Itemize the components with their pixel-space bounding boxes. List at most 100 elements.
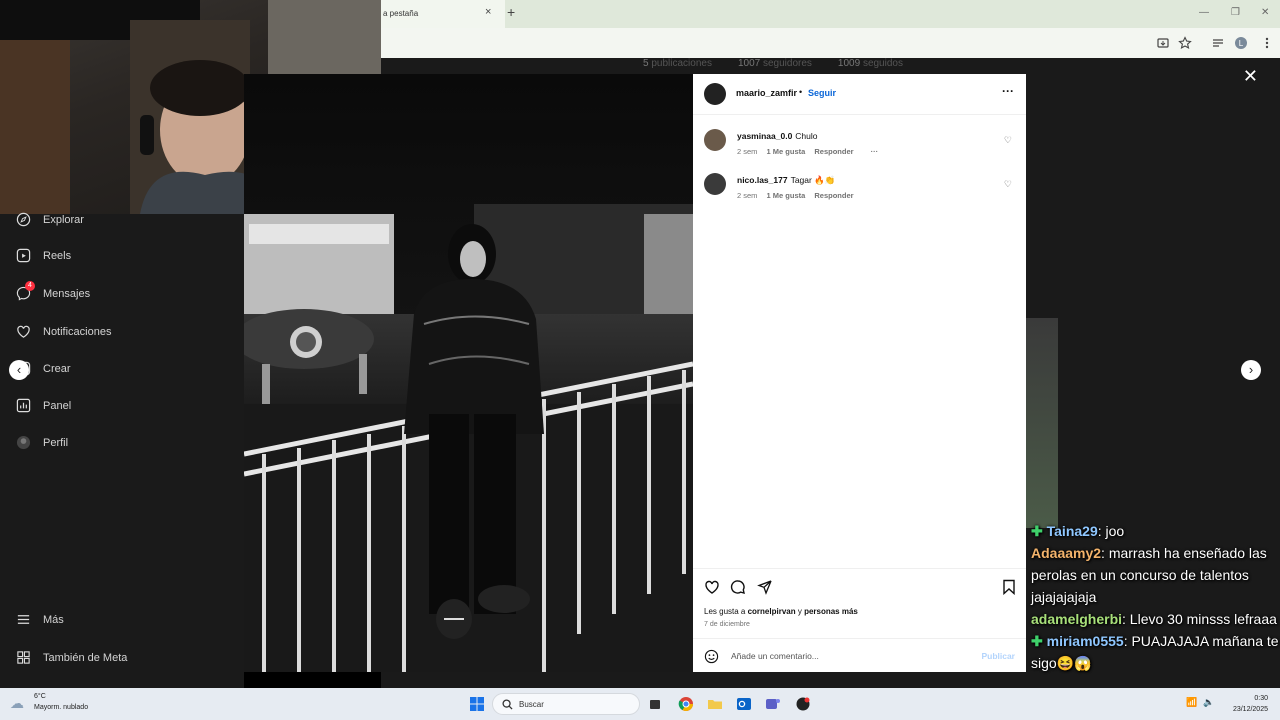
comment-input[interactable]: Añade un comentario... xyxy=(731,651,819,661)
profile-avatar-icon[interactable]: L xyxy=(1234,36,1248,50)
minimize-icon[interactable]: — xyxy=(1199,7,1209,18)
next-post-button[interactable]: › xyxy=(1241,360,1261,380)
commenter-avatar[interactable] xyxy=(704,173,726,195)
post-options-icon[interactable]: ··· xyxy=(1002,84,1014,98)
weather-temperature[interactable]: 6°C xyxy=(34,693,46,700)
sub-badge-icon: ✚ xyxy=(1031,523,1047,539)
sidebar-item-mensajes[interactable]: 4 Mensajes xyxy=(16,281,91,301)
comment-likes[interactable]: 1 Me gusta xyxy=(767,147,806,156)
sidebar-item-mas[interactable]: Más xyxy=(16,612,64,627)
windows-taskbar: ☁ 6°C Mayorm. nublado Buscar 📶 🔈 0:30 23… xyxy=(0,688,1280,720)
likes-user[interactable]: cornelpirvan xyxy=(748,607,796,616)
message-badge: 4 xyxy=(25,281,35,291)
sidebar-item-explorar[interactable]: Explorar xyxy=(16,212,84,227)
messenger-icon-wrap: 4 xyxy=(16,281,35,301)
sidebar-item-label: También de Meta xyxy=(43,651,128,664)
teams-icon[interactable] xyxy=(765,696,781,712)
clock-date: 23/12/2025 xyxy=(1232,706,1268,713)
tab-close-icon[interactable]: × xyxy=(485,6,491,18)
app-icon[interactable] xyxy=(795,696,811,712)
stat-following: 1009 seguidos xyxy=(837,58,903,69)
taskbar-search[interactable]: Buscar xyxy=(492,693,640,715)
comment-likes[interactable]: 1 Me gusta xyxy=(767,191,806,200)
sidebar-item-label: Crear xyxy=(43,362,71,375)
comment-body: Tagar 🔥👏 xyxy=(790,175,836,185)
sidebar-item-label: Reels xyxy=(43,249,72,262)
sidebar-item-label: Explorar xyxy=(43,213,84,226)
address-bar[interactable] xyxy=(381,32,1141,54)
file-explorer-icon[interactable] xyxy=(707,696,723,712)
comment-like-icon[interactable]: ♡ xyxy=(1004,179,1012,190)
save-bookmark-icon[interactable] xyxy=(1002,579,1016,595)
previous-post-button[interactable]: ‹ xyxy=(9,360,29,380)
task-view-icon[interactable] xyxy=(647,696,663,712)
install-app-icon[interactable] xyxy=(1156,36,1170,50)
maximize-icon[interactable]: ❐ xyxy=(1231,7,1240,18)
reply-button[interactable]: Responder xyxy=(814,147,853,156)
wifi-icon[interactable]: 📶 xyxy=(1186,697,1197,708)
chat-username: Adaaamy2 xyxy=(1031,545,1102,561)
sidebar-item-label: Mensajes xyxy=(43,287,91,300)
volume-icon[interactable]: 🔈 xyxy=(1203,697,1214,708)
follow-button[interactable]: Seguir xyxy=(808,88,836,98)
post-actions: Les gusta a cornelpirvan y personas más … xyxy=(693,568,1026,638)
chart-icon xyxy=(16,398,31,413)
browser-toolbar: L xyxy=(381,28,1280,58)
author-avatar[interactable] xyxy=(704,83,726,105)
likes-prefix: Les gusta a xyxy=(704,607,748,616)
menu-icon xyxy=(17,615,30,624)
like-heart-icon[interactable] xyxy=(704,579,720,595)
chrome-icon[interactable] xyxy=(678,696,694,712)
comment-time: 2 sem xyxy=(737,191,758,200)
sidebar-item-label: Panel xyxy=(43,399,72,412)
browser-tab-bar: a pestaña × + — ❐ ✕ xyxy=(381,0,1280,28)
commenter-username[interactable]: nico.las_177 xyxy=(737,175,788,185)
publish-button[interactable]: Publicar xyxy=(981,651,1015,661)
outlook-icon[interactable] xyxy=(736,696,752,712)
separator-dot: • xyxy=(799,87,803,97)
share-icon[interactable] xyxy=(757,579,773,595)
sidebar-item-notificaciones[interactable]: Notificaciones xyxy=(16,324,111,339)
comment-icon[interactable] xyxy=(730,579,746,595)
commenter-username[interactable]: yasminaa_0.0 xyxy=(737,131,792,141)
taskbar-clock[interactable]: 0:30 23/12/2025 xyxy=(1233,693,1268,715)
reply-button[interactable]: Responder xyxy=(814,191,853,200)
chat-text: : joo xyxy=(1097,523,1125,539)
chat-message: adamelgherbi: Llevo 30 minsss lefraaa xyxy=(1026,608,1280,630)
reading-list-icon[interactable] xyxy=(1211,36,1225,50)
new-tab-button[interactable]: + xyxy=(507,4,515,20)
author-username[interactable]: maario_zamfir xyxy=(736,88,797,98)
meta-icon xyxy=(17,651,30,664)
sidebar-item-label: Notificaciones xyxy=(43,325,112,338)
window-close-icon[interactable]: ✕ xyxy=(1261,7,1269,18)
compass-icon xyxy=(16,212,31,227)
weather-cloud-icon[interactable]: ☁ xyxy=(10,695,24,712)
stat-followers: 1007 seguidores xyxy=(737,58,812,69)
bookmark-star-icon[interactable] xyxy=(1178,36,1192,50)
reels-icon xyxy=(16,248,31,263)
stream-chat: ✚ Taina29: joo Adaaamy2: marrash ha ense… xyxy=(1026,520,1280,688)
commenter-avatar[interactable] xyxy=(704,129,726,151)
likes-others[interactable]: personas más xyxy=(804,607,858,616)
sidebar-item-perfil[interactable]: Perfil xyxy=(16,435,68,450)
comment-options-icon[interactable]: ··· xyxy=(871,147,879,156)
sidebar-item-meta[interactable]: También de Meta xyxy=(16,650,127,665)
windows-start-icon[interactable] xyxy=(469,696,485,712)
sidebar-item-panel[interactable]: Panel xyxy=(16,398,71,413)
post-date: 7 de diciembre xyxy=(704,621,750,628)
avatar-icon xyxy=(16,435,31,450)
close-modal-icon[interactable]: ✕ xyxy=(1243,66,1258,87)
browser-tab[interactable]: a pestaña × xyxy=(381,0,505,28)
sidebar-item-reels[interactable]: Reels xyxy=(16,248,71,263)
add-comment-bar: Añade un comentario... Publicar xyxy=(693,638,1026,672)
search-icon xyxy=(502,699,513,710)
likes-summary: Les gusta a cornelpirvan y personas más xyxy=(704,607,858,616)
comment-like-icon[interactable]: ♡ xyxy=(1004,135,1012,146)
emoji-icon[interactable] xyxy=(704,649,719,664)
chat-username: adamelgherbi xyxy=(1031,611,1123,627)
search-label: Buscar xyxy=(519,700,544,709)
clock-time: 0:30 xyxy=(1254,695,1268,702)
browser-menu-icon[interactable] xyxy=(1260,36,1274,50)
weather-description[interactable]: Mayorm. nublado xyxy=(34,704,88,711)
likes-and: y xyxy=(795,607,805,616)
